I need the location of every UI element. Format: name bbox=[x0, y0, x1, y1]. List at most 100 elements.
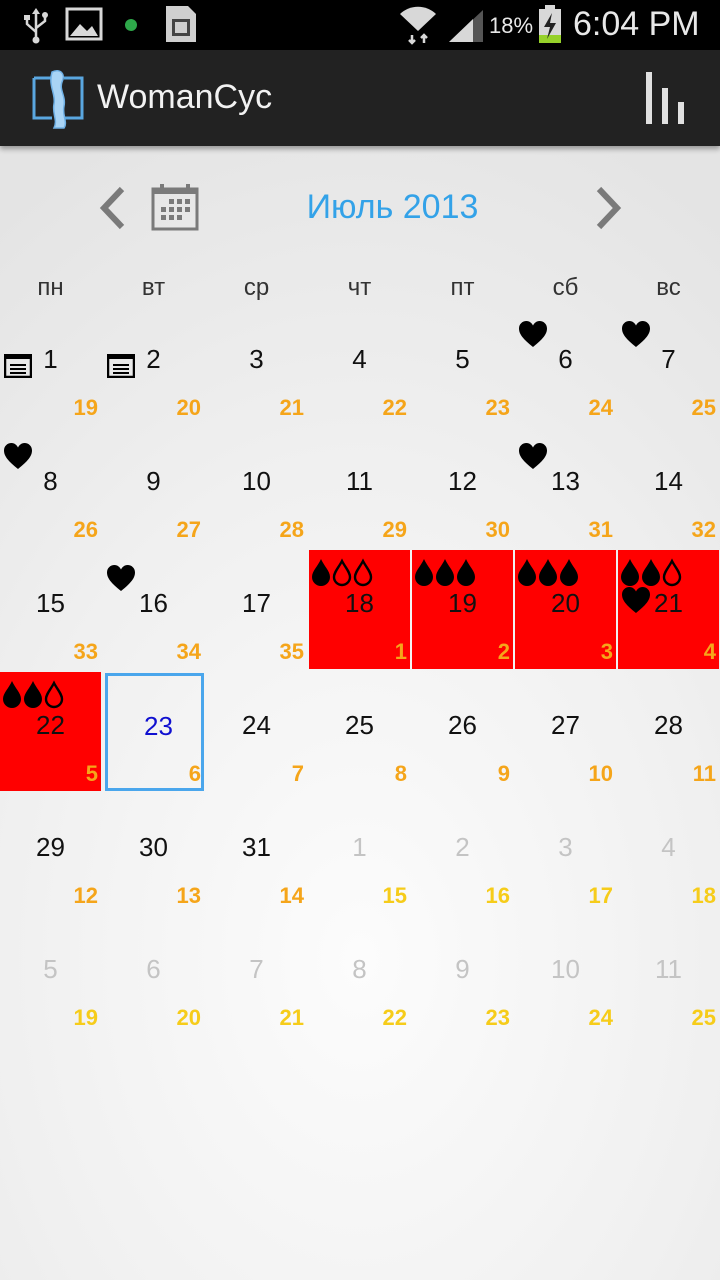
sim-card-icon bbox=[163, 4, 199, 49]
calendar-day[interactable]: 5 23 bbox=[412, 306, 513, 425]
calendar-day[interactable]: 25 8 bbox=[309, 672, 410, 791]
cycle-day-number: 35 bbox=[279, 639, 304, 664]
heart-icon bbox=[518, 442, 548, 475]
weekday-label: вс bbox=[656, 274, 681, 301]
calendar-day[interactable]: 2 16 bbox=[412, 794, 513, 913]
signal-icon bbox=[447, 8, 485, 49]
calendar-day[interactable]: 29 12 bbox=[0, 794, 101, 913]
next-month-button[interactable] bbox=[587, 183, 627, 233]
calendar-day[interactable]: 26 9 bbox=[412, 672, 513, 791]
day-number: 30 bbox=[139, 832, 168, 862]
day-number: 28 bbox=[654, 710, 683, 740]
day-number: 31 bbox=[242, 832, 271, 862]
calendar-day[interactable]: 1 15 bbox=[309, 794, 410, 913]
calendar-icon bbox=[151, 184, 199, 231]
blood-drop-filled-icon bbox=[559, 558, 579, 593]
calendar-day[interactable]: 1 19 bbox=[0, 306, 101, 425]
calendar-day[interactable]: 7 21 bbox=[206, 916, 307, 1035]
day-number: 4 bbox=[661, 832, 676, 862]
calendar-day[interactable]: 14 32 bbox=[618, 428, 719, 547]
calendar-day[interactable]: 24 7 bbox=[206, 672, 307, 791]
calendar-day[interactable]: 3 17 bbox=[515, 794, 616, 913]
calendar-day[interactable]: 30 13 bbox=[103, 794, 204, 913]
chevron-right-icon bbox=[596, 186, 622, 230]
calendar-day[interactable]: 8 22 bbox=[309, 916, 410, 1035]
cycle-day-number: 32 bbox=[691, 517, 716, 542]
calendar-day[interactable]: 9 27 bbox=[103, 428, 204, 547]
calendar-day[interactable]: 2 20 bbox=[103, 306, 204, 425]
day-number: 8 bbox=[352, 954, 367, 984]
calendar-day[interactable]: 4 18 bbox=[618, 794, 719, 913]
calendar-day[interactable]: 3 21 bbox=[206, 306, 307, 425]
calendar-day[interactable]: 6 20 bbox=[103, 916, 204, 1035]
cycle-day-number: 20 bbox=[176, 1005, 201, 1030]
calendar-day[interactable]: 15 33 bbox=[0, 550, 101, 669]
day-number: 12 bbox=[448, 466, 477, 496]
calendar-day[interactable]: 28 11 bbox=[618, 672, 719, 791]
cycle-day-number: 16 bbox=[485, 883, 510, 908]
calendar-day[interactable]: 17 35 bbox=[206, 550, 307, 669]
day-number: 4 bbox=[352, 344, 367, 374]
day-number: 3 bbox=[249, 344, 264, 374]
cycle-day-number: 7 bbox=[291, 761, 304, 786]
cycle-day-number: 3 bbox=[600, 639, 613, 664]
calendar-day[interactable]: 7 25 bbox=[618, 306, 719, 425]
gallery-icon bbox=[65, 7, 103, 46]
calendar-day[interactable]: 18 1 bbox=[309, 550, 410, 669]
calendar-day-today[interactable]: 23 6 bbox=[105, 673, 204, 791]
calendar-day[interactable]: 27 10 bbox=[515, 672, 616, 791]
note-icon bbox=[3, 353, 33, 383]
cycle-day-number: 31 bbox=[588, 517, 613, 542]
calendar-day[interactable]: 13 31 bbox=[515, 428, 616, 547]
blood-drop-filled-icon bbox=[538, 558, 558, 593]
cycle-day-number: 12 bbox=[73, 883, 98, 908]
flow-intensity bbox=[311, 558, 374, 593]
action-bar: WomanCyc bbox=[0, 50, 720, 146]
calendar-day[interactable]: 4 22 bbox=[309, 306, 410, 425]
battery-percentage: 18% bbox=[489, 13, 534, 38]
bar-chart-icon bbox=[646, 72, 684, 124]
cycle-day-number: 14 bbox=[279, 883, 304, 908]
previous-month-button[interactable] bbox=[94, 183, 134, 233]
calendar-day[interactable]: 12 30 bbox=[412, 428, 513, 547]
calendar-picker-button[interactable] bbox=[150, 182, 202, 232]
calendar-day[interactable]: 31 14 bbox=[206, 794, 307, 913]
calendar-day[interactable]: 19 2 bbox=[412, 550, 513, 669]
calendar-day[interactable]: 21 4 bbox=[618, 550, 719, 669]
calendar-day[interactable]: 10 28 bbox=[206, 428, 307, 547]
calendar-day[interactable]: 11 25 bbox=[618, 916, 719, 1035]
heart-icon bbox=[621, 586, 651, 619]
cycle-day-number: 22 bbox=[382, 1005, 407, 1030]
cycle-day-number: 2 bbox=[497, 639, 510, 664]
month-title[interactable]: Июль 2013 bbox=[260, 188, 525, 227]
calendar-day[interactable]: 10 24 bbox=[515, 916, 616, 1035]
day-number: 11 bbox=[346, 466, 373, 496]
cycle-day-number: 21 bbox=[279, 1005, 304, 1030]
cycle-day-number: 17 bbox=[588, 883, 613, 908]
cycle-day-number: 20 bbox=[176, 395, 201, 420]
cycle-day-number: 11 bbox=[692, 761, 716, 786]
calendar-day[interactable]: 9 23 bbox=[412, 916, 513, 1035]
calendar-day[interactable]: 22 5 bbox=[0, 672, 101, 791]
cycle-day-number: 24 bbox=[588, 395, 613, 420]
cycle-day-number: 1 bbox=[394, 639, 407, 664]
cycle-day-number: 22 bbox=[382, 395, 407, 420]
calendar-day[interactable]: 8 26 bbox=[0, 428, 101, 547]
calendar-day[interactable]: 11 29 bbox=[309, 428, 410, 547]
day-number: 11 bbox=[655, 954, 682, 984]
calendar-day[interactable]: 20 3 bbox=[515, 550, 616, 669]
heart-icon bbox=[106, 564, 136, 597]
blood-drop-filled-icon bbox=[311, 558, 331, 593]
cycle-day-number: 4 bbox=[703, 639, 716, 664]
flow-intensity bbox=[2, 680, 65, 715]
statistics-button[interactable] bbox=[640, 68, 694, 128]
calendar-day[interactable]: 6 24 bbox=[515, 306, 616, 425]
calendar-day[interactable]: 16 34 bbox=[103, 550, 204, 669]
day-number: 10 bbox=[242, 466, 271, 496]
blood-drop-filled-icon bbox=[517, 558, 537, 593]
app-logo-icon[interactable] bbox=[28, 66, 88, 135]
day-number: 9 bbox=[455, 954, 470, 984]
battery-charging-icon bbox=[537, 4, 563, 49]
calendar-day[interactable]: 5 19 bbox=[0, 916, 101, 1035]
day-number: 26 bbox=[448, 710, 477, 740]
